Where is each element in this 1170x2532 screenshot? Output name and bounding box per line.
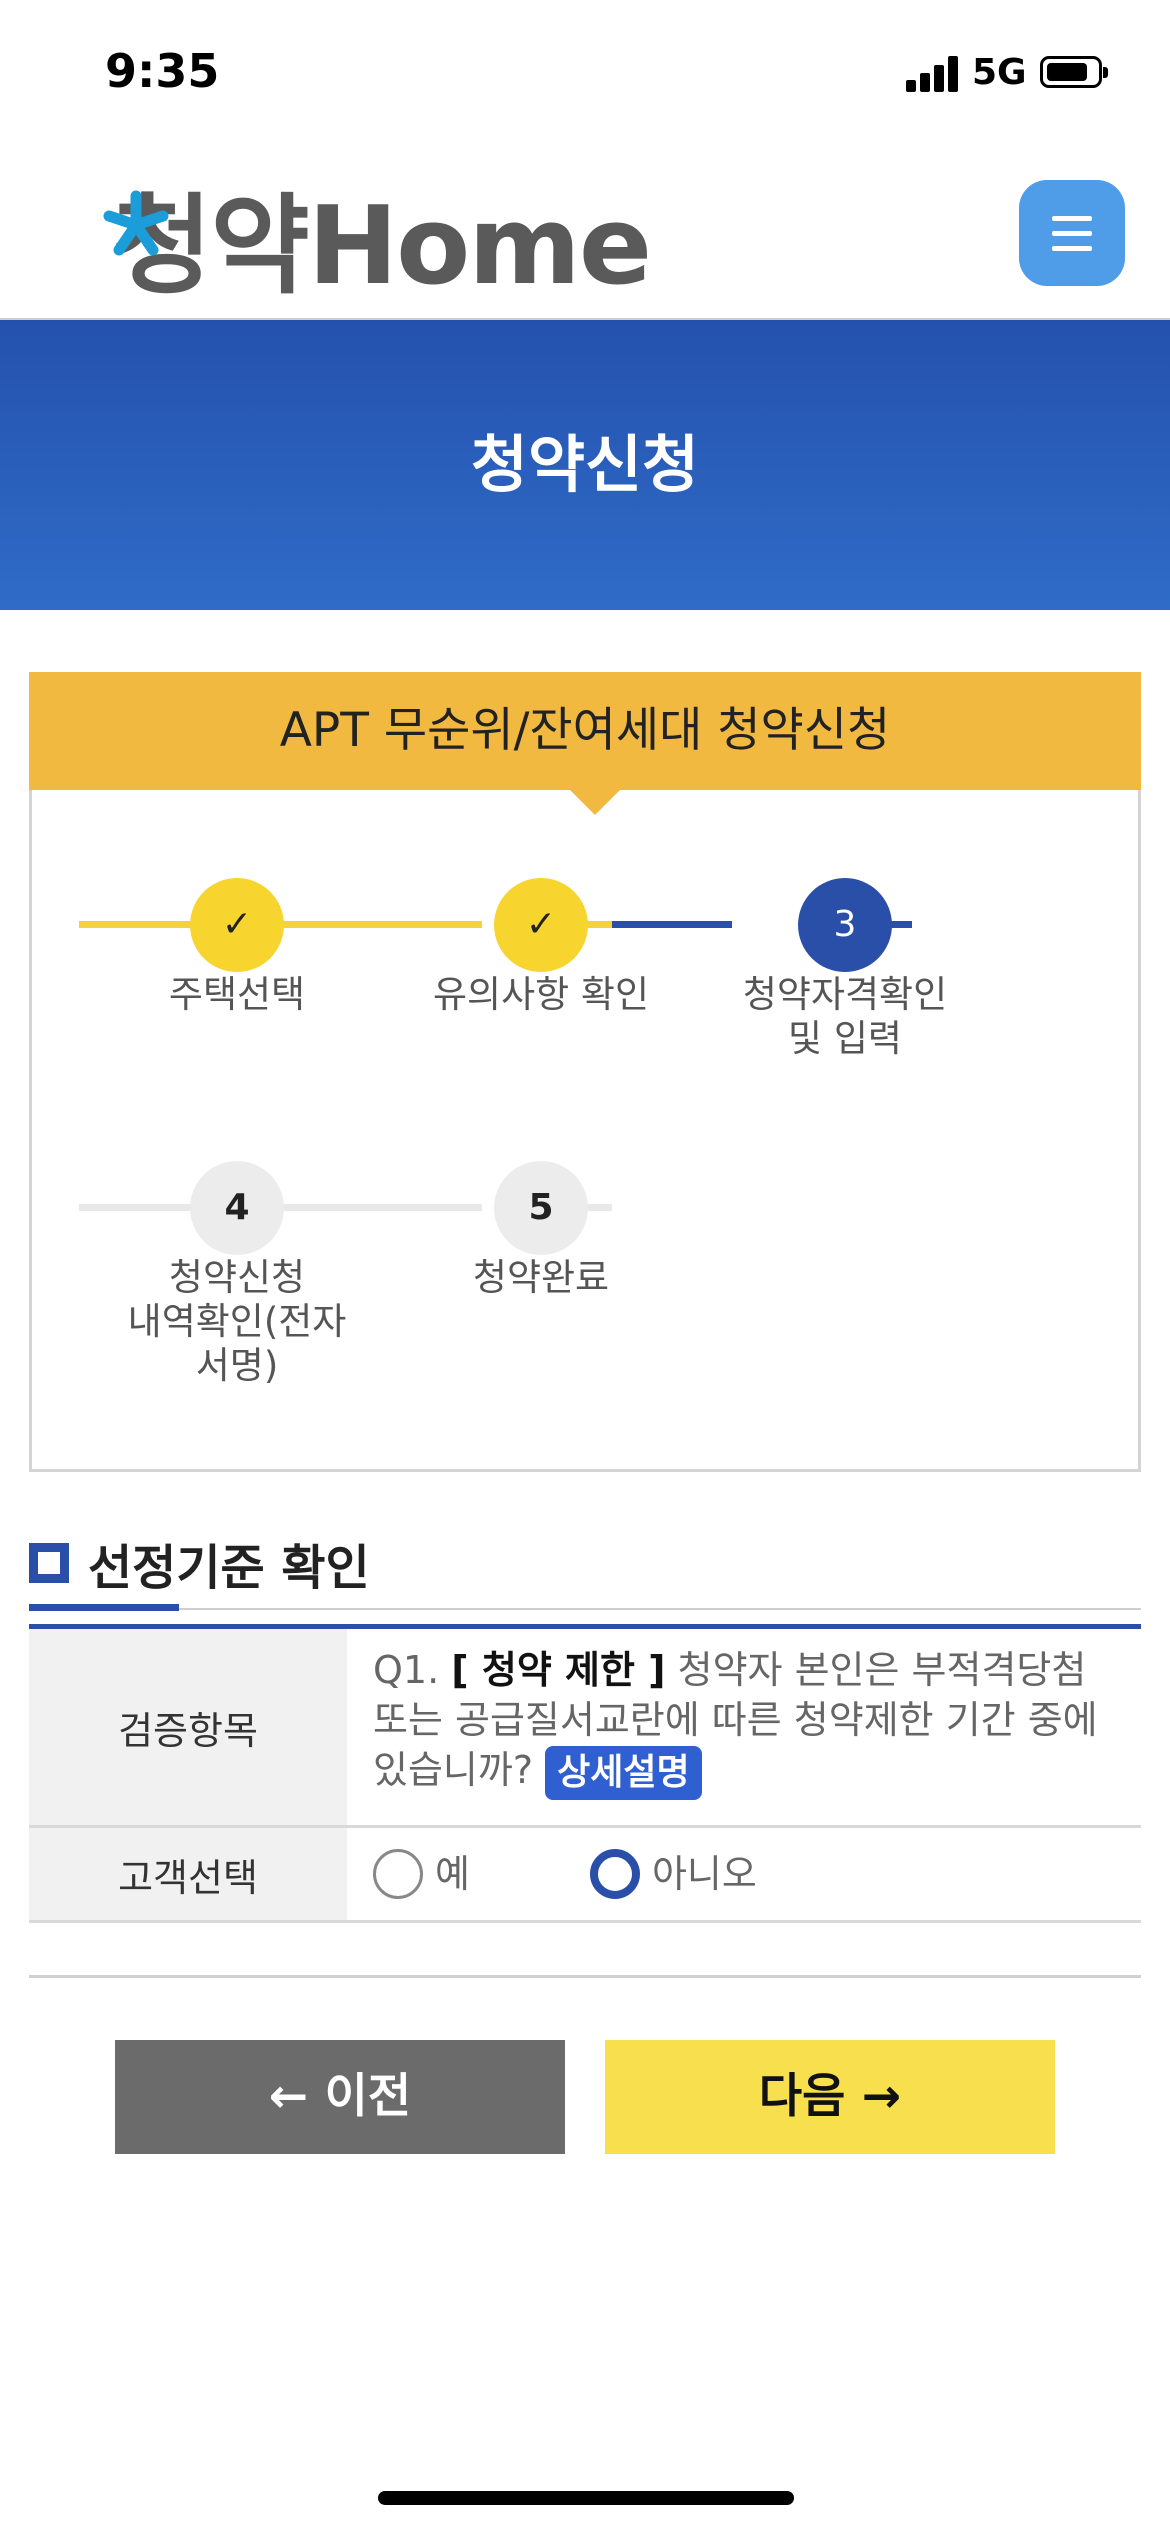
section-square-icon <box>29 1543 69 1583</box>
radio-no-label: 아니오 <box>651 1852 757 1896</box>
site-header: 청약Home <box>0 150 1170 321</box>
radio-yes-circle-icon[interactable] <box>373 1849 423 1899</box>
steps-progress: ✓ 주택선택 ✓ 유의사항 확인 3 청약자격확인 및 입력 4 청약신청 내역… <box>29 790 1141 1472</box>
steps-card-header: APT 무순위/잔여세대 청약신청 <box>29 672 1141 815</box>
table-row-check-item: 검증항목 Q1. [ 청약 제한 ] 청약자 본인은 부적격당첨 또는 공급질서… <box>29 1629 1141 1828</box>
radio-yes-label: 예 <box>435 1852 470 1896</box>
next-button[interactable]: 다음 → <box>605 2040 1055 2154</box>
menu-button[interactable] <box>1019 180 1125 286</box>
logo-text: 청약Home <box>113 184 652 309</box>
network-type: 5G <box>972 52 1027 93</box>
step-3-label: 청약자격확인 및 입력 <box>742 973 948 1060</box>
logo-star-icon <box>103 190 169 256</box>
divider <box>29 1975 1141 1978</box>
page-banner: 청약신청 <box>0 320 1170 610</box>
step-5-marker: 5 <box>494 1161 588 1255</box>
step-1-label: 주택선택 <box>168 973 306 1016</box>
radio-yes[interactable]: 예 <box>373 1849 470 1899</box>
question-category: [ 청약 제한 ] <box>451 1648 666 1692</box>
step-2-done-check-icon: ✓ <box>494 878 588 972</box>
radio-no-selected-icon[interactable] <box>589 1849 640 1899</box>
battery-icon <box>1040 56 1108 88</box>
criteria-table: 검증항목 Q1. [ 청약 제한 ] 청약자 본인은 부적격당첨 또는 공급질서… <box>29 1624 1141 1923</box>
radio-no[interactable]: 아니오 <box>589 1849 757 1899</box>
question-prefix: Q1. <box>373 1648 440 1692</box>
question-cell: Q1. [ 청약 제한 ] 청약자 본인은 부적격당첨 또는 공급질서교란에 따… <box>347 1629 1141 1825</box>
table-row-customer-choice: 고객선택 예 아니오 <box>29 1828 1141 1923</box>
prev-button[interactable]: ← 이전 <box>115 2040 565 2154</box>
home-indicator[interactable] <box>378 2491 794 2505</box>
steps-card-title: APT 무순위/잔여세대 청약신청 <box>279 703 891 758</box>
choice-cell: 예 아니오 <box>347 1828 1141 1920</box>
step-1-done-check-icon: ✓ <box>190 878 284 972</box>
step-5-label: 청약완료 <box>472 1256 610 1299</box>
check-item-header: 검증항목 <box>29 1629 347 1825</box>
site-logo[interactable]: 청약Home <box>103 172 652 309</box>
detail-button[interactable]: 상세설명 <box>545 1745 702 1800</box>
status-bar: 9:35 5G <box>0 0 1170 150</box>
page-title: 청약신청 <box>470 428 700 501</box>
cellular-signal-icon <box>906 56 960 92</box>
status-time: 9:35 <box>105 44 220 98</box>
step-4-label: 청약신청 내역확인(전자 서명) <box>127 1256 347 1387</box>
step-4-marker: 4 <box>190 1161 284 1255</box>
step-2-label: 유의사항 확인 <box>432 973 649 1016</box>
customer-choice-header: 고객선택 <box>29 1828 347 1920</box>
section-title: 선정기준 확인 <box>88 1540 370 1596</box>
step-3-marker: 3 <box>798 878 892 972</box>
hamburger-menu-icon <box>1052 216 1092 221</box>
